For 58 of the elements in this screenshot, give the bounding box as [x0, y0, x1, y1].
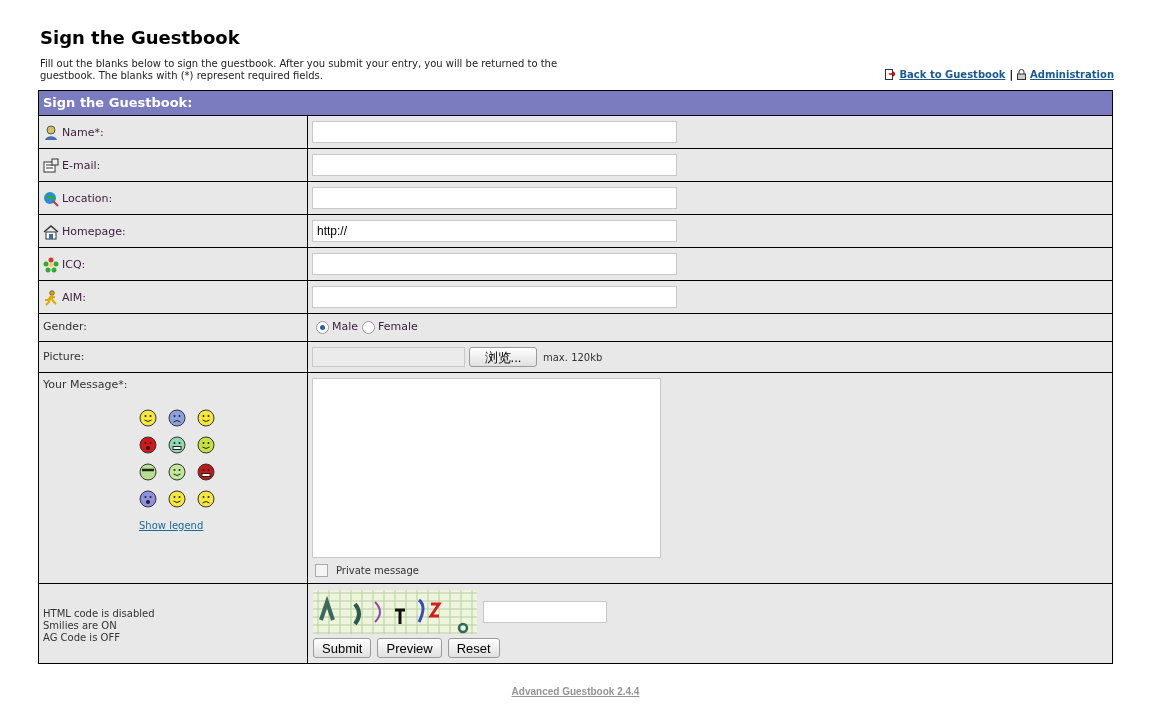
field-label: AIM: — [62, 289, 86, 306]
field-label: ICQ: — [62, 256, 86, 273]
smiley-icon[interactable] — [168, 435, 186, 454]
checkbox-label: Private message — [336, 564, 419, 578]
smiley-icon[interactable] — [197, 489, 215, 508]
smiley-icon[interactable] — [168, 489, 186, 508]
field-label: Name*: — [62, 124, 104, 141]
status-text: Smilies are ON — [43, 620, 118, 632]
flower-icon — [43, 257, 59, 273]
checkbox[interactable] — [315, 564, 328, 577]
radio-button[interactable] — [362, 321, 376, 334]
exit-icon — [885, 69, 896, 80]
field-label: Homepage: — [62, 223, 126, 240]
status-text: AG Code is OFF — [43, 632, 121, 644]
intro-text: Fill out the blanks below to sign the guestbook. After you submit your entry, you will be returned to the guestbook. The blanks with (*) represent required fields. — [40, 58, 559, 82]
field-label: E-mail: — [62, 157, 101, 174]
smiley-icon[interactable] — [139, 489, 157, 508]
field-label: Your Message*: — [43, 377, 129, 393]
back-to-guestbook-link[interactable]: Back to Guestbook — [899, 67, 1006, 82]
status-text: HTML code is disabled — [43, 608, 155, 620]
page-title: Sign the Guestbook — [40, 26, 241, 50]
house-icon — [43, 224, 59, 240]
size-limit-note: max. 120kb — [543, 350, 603, 365]
smiley-icon[interactable] — [197, 435, 215, 454]
text-field[interactable] — [312, 253, 677, 275]
text-field[interactable] — [312, 187, 677, 209]
form-button[interactable]: Reset — [447, 638, 500, 658]
radio-label: Male — [332, 319, 359, 336]
message-field[interactable] — [312, 378, 661, 558]
running-figure-icon — [43, 290, 59, 306]
text-field[interactable]: http:// — [312, 220, 677, 242]
text-field[interactable] — [312, 154, 677, 176]
globe-icon — [43, 191, 59, 207]
smiley-icon[interactable] — [139, 408, 157, 427]
smiley-icon[interactable] — [197, 408, 215, 427]
text-field[interactable] — [312, 121, 677, 143]
link-separator: | — [1009, 68, 1014, 82]
browse-button[interactable]: 浏览... — [469, 347, 537, 367]
person-icon — [43, 125, 59, 141]
smiley-icon[interactable] — [168, 462, 186, 481]
show-legend-link[interactable]: Show legend — [139, 517, 204, 533]
text-field[interactable] — [312, 286, 677, 308]
file-path-field[interactable] — [312, 347, 465, 367]
field-label: Gender: — [42, 319, 89, 336]
radio-label: Female — [378, 319, 418, 336]
field-label: Picture: — [42, 348, 86, 365]
radio-button[interactable] — [316, 321, 329, 334]
captcha-field[interactable] — [483, 601, 607, 623]
padlock-icon — [1017, 69, 1027, 80]
smiley-icon[interactable] — [139, 435, 157, 454]
form-header: Sign the Guestbook: — [39, 91, 1112, 115]
administration-link[interactable]: Administration — [1030, 67, 1114, 82]
form-button[interactable]: Preview — [377, 638, 442, 658]
smiley-icon[interactable] — [139, 462, 157, 481]
field-label: Location: — [62, 190, 113, 207]
form-button[interactable]: Submit — [313, 638, 372, 658]
smiley-icon[interactable] — [168, 408, 186, 427]
smiley-icon[interactable] — [197, 462, 215, 481]
